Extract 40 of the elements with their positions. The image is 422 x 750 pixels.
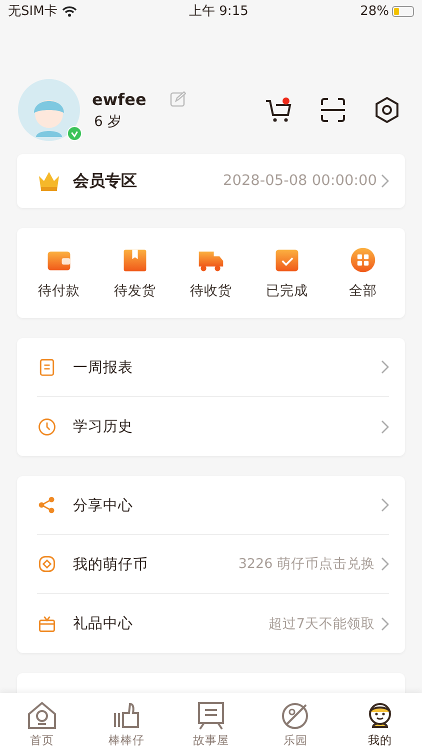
battery-text: 28% — [360, 4, 389, 18]
grid-icon — [349, 246, 377, 274]
chevron-icon — [381, 174, 389, 188]
chevron-icon — [381, 360, 389, 374]
clock-icon — [37, 416, 57, 436]
gift-icon — [37, 614, 57, 634]
chevron-icon — [381, 616, 389, 630]
battery-icon — [392, 6, 414, 16]
cart-button[interactable] — [264, 95, 294, 125]
age-label: 6 岁 — [93, 112, 122, 130]
membership-card[interactable]: 会员专区 2028-05-08 00:00:00 — [17, 154, 405, 208]
membership-title: 会员专区 — [73, 170, 138, 192]
user-name: ewfee — [92, 90, 146, 108]
menu-item[interactable]: 分享中心 — [37, 476, 389, 535]
chevron-icon — [381, 420, 389, 434]
clipboard-icon — [37, 357, 57, 377]
menu-item[interactable]: 礼品中心 超过7天不能领取 — [37, 594, 389, 653]
order-status-button[interactable]: 待收货 — [179, 246, 243, 300]
menu-item[interactable]: 学习历史 — [37, 397, 389, 456]
tab-item[interactable]: 首页 — [0, 693, 84, 750]
order-status-button[interactable]: 待付款 — [27, 246, 91, 300]
tab-item[interactable]: 棒棒仔 — [84, 693, 169, 750]
wifi-icon — [62, 6, 78, 16]
tab-item[interactable]: 故事屋 — [168, 693, 254, 750]
chevron-icon — [381, 557, 389, 571]
tab-item[interactable]: 我的 — [338, 693, 422, 750]
chevron-icon — [381, 498, 389, 512]
share-icon — [37, 495, 57, 515]
clock-text: 上午 9:15 — [189, 3, 248, 20]
crown-icon — [37, 170, 61, 192]
order-status-button[interactable]: 待发货 — [103, 246, 167, 300]
scan-button[interactable] — [318, 95, 348, 125]
carrier-text: 无SIM卡 — [8, 3, 58, 20]
coin-icon — [37, 554, 57, 574]
tab-item[interactable]: 乐园 — [253, 693, 338, 750]
order-status-button[interactable]: 全部 — [331, 246, 395, 300]
menu-item[interactable]: 一周报表 — [37, 338, 389, 397]
expiry-date: 2028-05-08 00:00:00 — [223, 173, 377, 189]
menu-item[interactable]: 我的萌仔币 3226 萌仔币点击兑换 — [37, 535, 389, 594]
order-status-button[interactable]: 已完成 — [255, 246, 319, 300]
